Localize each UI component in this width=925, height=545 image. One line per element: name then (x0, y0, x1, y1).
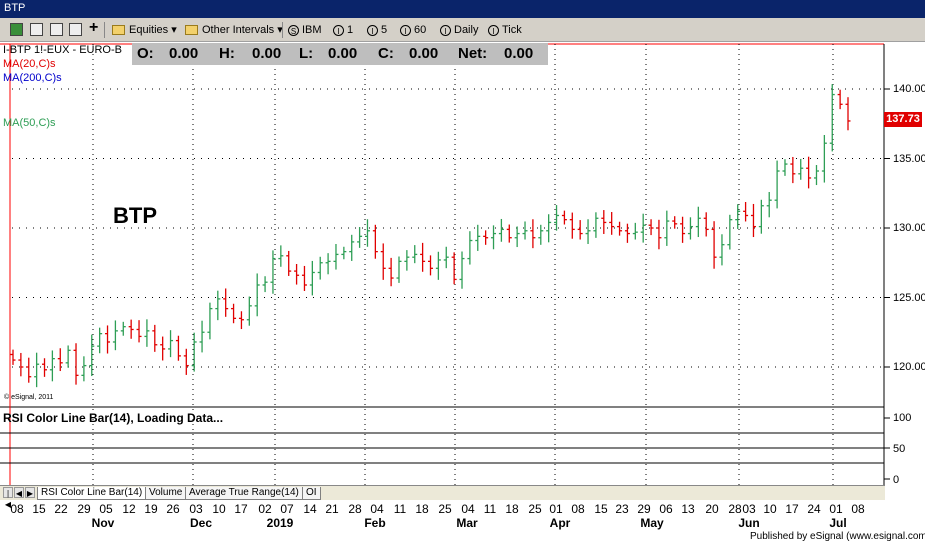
price-chart[interactable] (0, 0, 925, 545)
x-day-label: 28 (348, 502, 362, 516)
x-day-label: 01 (549, 502, 563, 516)
x-day-label: 10 (212, 502, 226, 516)
published-by: Published by eSignal (www.esignal.com) (750, 531, 925, 542)
net-label: Net: (458, 45, 488, 62)
x-day-label: 15 (32, 502, 46, 516)
x-day-label: 07 (280, 502, 294, 516)
y-tick-label: 125.00 (893, 292, 925, 304)
x-day-label: 17 (234, 502, 248, 516)
x-day-label: 19 (144, 502, 158, 516)
x-day-label: 02 (258, 502, 272, 516)
esignal-watermark: © eSignal, 2011 (4, 394, 54, 401)
x-day-label: 18 (415, 502, 429, 516)
x-day-label: 14 (303, 502, 317, 516)
low-label: L: (299, 45, 314, 62)
x-day-label: 06 (659, 502, 673, 516)
x-day-label: 18 (505, 502, 519, 516)
next-tab-icon[interactable]: ▶ (25, 487, 35, 498)
x-day-label: 21 (325, 502, 339, 516)
ma200-legend[interactable]: MA(200,C)s (3, 72, 62, 84)
x-month-label: Nov (91, 516, 115, 530)
tab-rsi[interactable]: RSI Color Line Bar(14) (37, 487, 147, 500)
rsi-tick-label: 100 (893, 412, 912, 424)
x-day-label: 24 (807, 502, 821, 516)
ma50-legend[interactable]: MA(50,C)s (3, 117, 56, 129)
x-month-label: 2019 (266, 516, 294, 530)
open-label: O: (137, 45, 154, 62)
x-day-label: 17 (785, 502, 799, 516)
tab-oi[interactable]: OI (302, 487, 321, 500)
x-day-label: 03 (742, 502, 756, 516)
x-day-label: 12 (122, 502, 136, 516)
x-month-label: Apr (549, 516, 571, 530)
x-month-label: May (640, 516, 664, 530)
net-value: 0.00 (504, 45, 534, 62)
x-day-label: 04 (461, 502, 475, 516)
close-value: 0.00 (409, 45, 439, 62)
last-price-badge: 137.73 (884, 112, 922, 127)
rsi-tick-label: 0 (893, 474, 900, 486)
x-day-label: 15 (594, 502, 608, 516)
prev-tab-icon[interactable]: ◀ (14, 487, 24, 498)
high-value: 0.00 (252, 45, 282, 62)
y-tick-label: 120.00 (893, 361, 925, 373)
x-day-label: 25 (528, 502, 542, 516)
x-month-label: Feb (364, 516, 386, 530)
high-label: H: (219, 45, 235, 62)
x-day-label: 26 (166, 502, 180, 516)
x-day-label: 08 (10, 502, 24, 516)
x-day-label: 25 (438, 502, 452, 516)
x-day-label: 28 (728, 502, 742, 516)
y-tick-label: 140.00 (893, 83, 925, 95)
x-day-label: 11 (393, 502, 407, 516)
chart-symbol-label: BTP (113, 203, 157, 228)
x-month-label: Mar (456, 516, 478, 530)
y-tick-label: 135.00 (893, 153, 925, 165)
rsi-tick-label: 50 (893, 443, 906, 455)
x-day-label: 29 (637, 502, 651, 516)
x-day-label: 22 (54, 502, 68, 516)
study-tabs: |◀ ◀ ▶ RSI Color Line Bar(14) Volume Ave… (0, 485, 885, 509)
tab-volume[interactable]: Volume (145, 487, 187, 500)
x-month-label: Jul (829, 516, 847, 530)
low-value: 0.00 (328, 45, 358, 62)
close-label: C: (378, 45, 394, 62)
x-day-label: 13 (681, 502, 695, 516)
x-day-label: 08 (851, 502, 865, 516)
x-day-label: 03 (189, 502, 203, 516)
open-value: 0.00 (169, 45, 199, 62)
x-month-label: Dec (189, 516, 213, 530)
x-day-label: 04 (370, 502, 384, 516)
x-month-label: Jun (738, 516, 760, 530)
x-day-label: 23 (615, 502, 629, 516)
y-tick-label: 130.00 (893, 222, 925, 234)
x-day-label: 10 (763, 502, 777, 516)
x-day-label: 29 (77, 502, 91, 516)
ohlc-readout: O: 0.00 H: 0.00 L: 0.00 C: 0.00 Net: 0.0… (132, 43, 548, 65)
x-day-label: 08 (571, 502, 585, 516)
ma20-legend[interactable]: MA(20,C)s (3, 58, 56, 70)
first-tab-icon[interactable]: |◀ (3, 487, 13, 509)
rsi-title: RSI Color Line Bar(14), Loading Data... (3, 411, 224, 425)
x-day-label: 01 (829, 502, 843, 516)
x-day-label: 20 (705, 502, 719, 516)
symbol-legend: I-BTP 1!-EUX - EURO-B (3, 44, 122, 56)
x-day-label: 05 (99, 502, 113, 516)
x-day-label: 11 (483, 502, 497, 516)
tab-atr[interactable]: Average True Range(14) (185, 487, 303, 500)
